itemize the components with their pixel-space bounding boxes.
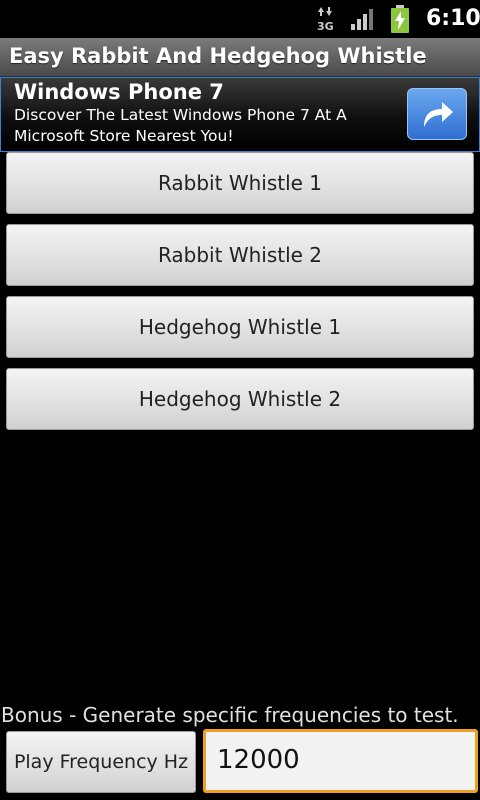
hedgehog-whistle-2-button[interactable]: Hedgehog Whistle 2 [6, 368, 474, 430]
rabbit-whistle-2-button[interactable]: Rabbit Whistle 2 [6, 224, 474, 286]
battery-charging-icon [391, 5, 409, 33]
hedgehog-whistle-1-button[interactable]: Hedgehog Whistle 1 [6, 296, 474, 358]
play-frequency-button[interactable]: Play Frequency Hz [6, 731, 196, 793]
ad-open-button[interactable] [407, 88, 467, 140]
clock: 6:10 [426, 6, 480, 31]
status-bar: 3G 6:10 [0, 0, 480, 38]
ad-banner[interactable]: Windows Phone 7 Discover The Latest Wind… [0, 77, 480, 152]
app-title-bar: Easy Rabbit And Hedgehog Whistle [0, 38, 480, 77]
bonus-label: Bonus - Generate specific frequencies to… [1, 703, 459, 727]
share-arrow-icon [424, 102, 453, 127]
app-title: Easy Rabbit And Hedgehog Whistle [9, 44, 427, 68]
ad-title: Windows Phone 7 [14, 80, 224, 104]
network-3g-icon: 3G [317, 7, 334, 32]
svg-text:3G: 3G [317, 20, 334, 32]
signal-strength-icon [351, 9, 373, 30]
rabbit-whistle-1-button[interactable]: Rabbit Whistle 1 [6, 152, 474, 214]
frequency-input[interactable]: 12000 [203, 729, 478, 793]
ad-text: Discover The Latest Windows Phone 7 At A… [14, 106, 347, 145]
